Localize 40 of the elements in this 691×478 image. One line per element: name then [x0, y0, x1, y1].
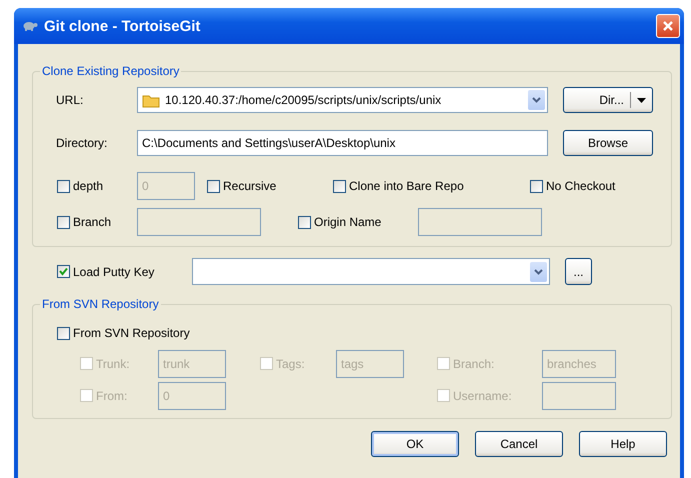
dialog-button[interactable]: OK — [371, 431, 459, 457]
checkbox[interactable] — [333, 180, 346, 192]
checkbox-label: Recursive — [223, 179, 276, 193]
checkbox[interactable] — [530, 180, 543, 192]
checkbox[interactable] — [298, 216, 311, 228]
combo-box[interactable] — [192, 258, 550, 285]
checkbox-label: From: — [96, 388, 128, 402]
checkbox[interactable] — [57, 216, 70, 228]
checkbox[interactable] — [57, 326, 70, 340]
checkbox-label: Clone into Bare Repo — [349, 179, 464, 193]
checkbox[interactable] — [57, 180, 70, 192]
group-title: From SVN Repository — [41, 297, 160, 311]
close-button[interactable] — [656, 14, 680, 38]
split-button[interactable]: Dir... — [563, 87, 653, 113]
window-title: Git clone - TortoiseGit — [44, 18, 202, 34]
turtle-icon — [22, 20, 38, 32]
group-title: Clone Existing Repository — [41, 64, 180, 78]
caret-icon[interactable] — [637, 98, 646, 102]
combo-box[interactable]: 10.120.40.37:/home/c20095/scripts/unix/scripts/unix — [137, 87, 548, 113]
checkbox-label: Username: — [453, 388, 512, 402]
checkbox-label: Trunk: — [96, 356, 130, 370]
checkbox-label: Branch: — [453, 356, 494, 370]
checkbox-label: depth — [73, 179, 104, 193]
folder-icon — [142, 92, 160, 108]
dialog-button[interactable]: Cancel — [475, 431, 563, 457]
checkbox-label: Branch — [73, 215, 112, 229]
field-label: URL: — [56, 93, 84, 107]
checkbox[interactable] — [57, 265, 70, 278]
checkbox-label: Origin Name — [314, 215, 382, 229]
input-field[interactable]: C:\Documents and Settings\userA\Desktop\unix — [137, 130, 548, 156]
close-icon — [662, 20, 674, 32]
checkbox-label: No Checkout — [546, 179, 616, 193]
field-label: Directory: — [56, 136, 108, 150]
browse-button[interactable]: Browse — [563, 130, 653, 156]
checkbox-label: Tags: — [276, 356, 305, 370]
dialog-button[interactable]: Help — [579, 431, 667, 457]
browse-button[interactable]: ... — [565, 258, 592, 285]
checkbox-label: Load Putty Key — [73, 264, 154, 278]
checkbox[interactable] — [207, 180, 220, 192]
checkbox-label: From SVN Repository — [73, 326, 190, 340]
